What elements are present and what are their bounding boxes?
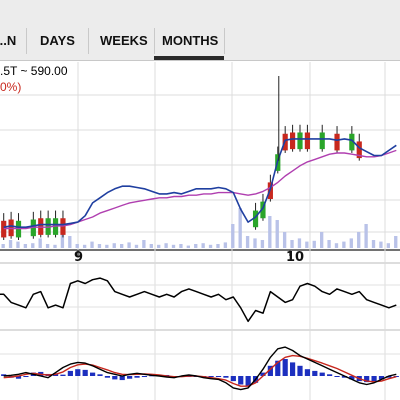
volume-bar	[342, 241, 346, 248]
volume-bar	[327, 240, 331, 248]
macd-histogram-bar	[334, 376, 340, 377]
volume-bar	[260, 240, 265, 248]
volume-bar	[386, 243, 390, 248]
volume-bar	[394, 236, 398, 248]
date-label: 9	[74, 250, 83, 265]
volume-bar	[45, 244, 50, 248]
stock-chart-screen: ...N DAYS WEEKS MONTHS 910 .5T ~ 590.00 …	[0, 0, 400, 400]
volume-bar	[231, 224, 235, 248]
volume-bar	[97, 244, 102, 248]
volume-bar	[75, 244, 79, 248]
candle-body	[319, 132, 325, 150]
macd-histogram-bar	[223, 376, 229, 378]
macd-histogram-bar	[67, 370, 73, 376]
volume-bar	[1, 244, 5, 248]
macd-histogram-bar	[104, 376, 110, 378]
volume-bar	[275, 220, 279, 248]
volume-bar	[312, 240, 316, 248]
volume-bar	[194, 244, 198, 248]
macd-histogram-bar	[215, 376, 222, 378]
macd-histogram-bar	[230, 376, 236, 382]
volume-bar	[379, 241, 383, 248]
volume-bar	[253, 238, 257, 248]
macd-histogram-bar	[60, 374, 66, 376]
macd-histogram-bar	[75, 369, 81, 376]
volume-bar	[31, 243, 35, 248]
volume-bar	[105, 244, 109, 248]
volume-bar	[297, 238, 302, 248]
chart-area[interactable]: 9 10	[0, 0, 400, 400]
volume-bar	[16, 241, 20, 248]
macd-histogram-bar	[127, 376, 133, 379]
volume-bar	[82, 244, 87, 248]
volume-bar	[305, 241, 309, 248]
volume-bar	[164, 243, 168, 248]
candle-body	[297, 132, 303, 150]
macd-histogram-bar	[297, 365, 303, 376]
volume-bar	[371, 240, 376, 248]
macd-histogram-bar	[90, 372, 96, 376]
macd-histogram-bar	[82, 369, 88, 376]
volume-bar	[245, 236, 250, 248]
macd-histogram-bar	[290, 362, 296, 376]
volume-bar	[134, 244, 139, 248]
volume-bar	[238, 208, 242, 248]
date-label: 10	[286, 250, 304, 265]
volume-bar	[120, 244, 124, 248]
volume-bar	[216, 244, 220, 248]
macd-histogram-bar	[282, 359, 288, 376]
macd-histogram-bar	[312, 370, 318, 376]
volume-bar	[268, 216, 272, 248]
volume-bar	[320, 232, 324, 248]
volume-bar	[208, 244, 213, 248]
volume-bar	[53, 244, 57, 248]
macd-histogram-bar	[238, 376, 244, 385]
volume-bar	[171, 244, 176, 248]
volume-bar	[179, 244, 183, 248]
volume-bar	[334, 243, 339, 248]
volume-bar	[290, 240, 294, 248]
volume-bar	[68, 236, 72, 248]
macd-histogram-bar	[23, 376, 29, 378]
candle-body	[304, 132, 310, 150]
macd-histogram-bar	[371, 376, 377, 382]
price-info-line: .5T ~ 590.00	[0, 64, 68, 78]
volume-bar	[157, 244, 161, 248]
macd-histogram-bar	[319, 372, 325, 376]
volume-bar	[8, 240, 13, 248]
macd-histogram-bar	[327, 374, 333, 376]
candle-body	[334, 133, 340, 151]
volume-bar	[282, 232, 287, 248]
candle-body	[290, 132, 296, 150]
macd-histogram-bar	[112, 376, 118, 380]
volume-bar	[349, 238, 353, 248]
volume-bar	[357, 232, 361, 248]
price-change-line: 0%)	[0, 80, 22, 94]
macd-histogram-bar	[134, 376, 140, 378]
volume-bar	[142, 240, 146, 248]
volume-bar	[112, 243, 116, 248]
macd-histogram-bar	[97, 374, 103, 376]
macd-histogram-bar	[304, 369, 310, 376]
volume-bar	[149, 244, 153, 248]
macd-histogram-bar	[141, 376, 148, 378]
volume-bar	[23, 244, 28, 248]
volume-bar	[127, 242, 131, 248]
volume-bar	[223, 242, 228, 248]
volume-bar	[201, 243, 205, 248]
volume-bar	[90, 241, 94, 248]
volume-bar	[186, 245, 190, 248]
volume-bar	[364, 224, 368, 248]
macd-signal-line	[3, 354, 397, 387]
volume-bar	[38, 238, 42, 248]
